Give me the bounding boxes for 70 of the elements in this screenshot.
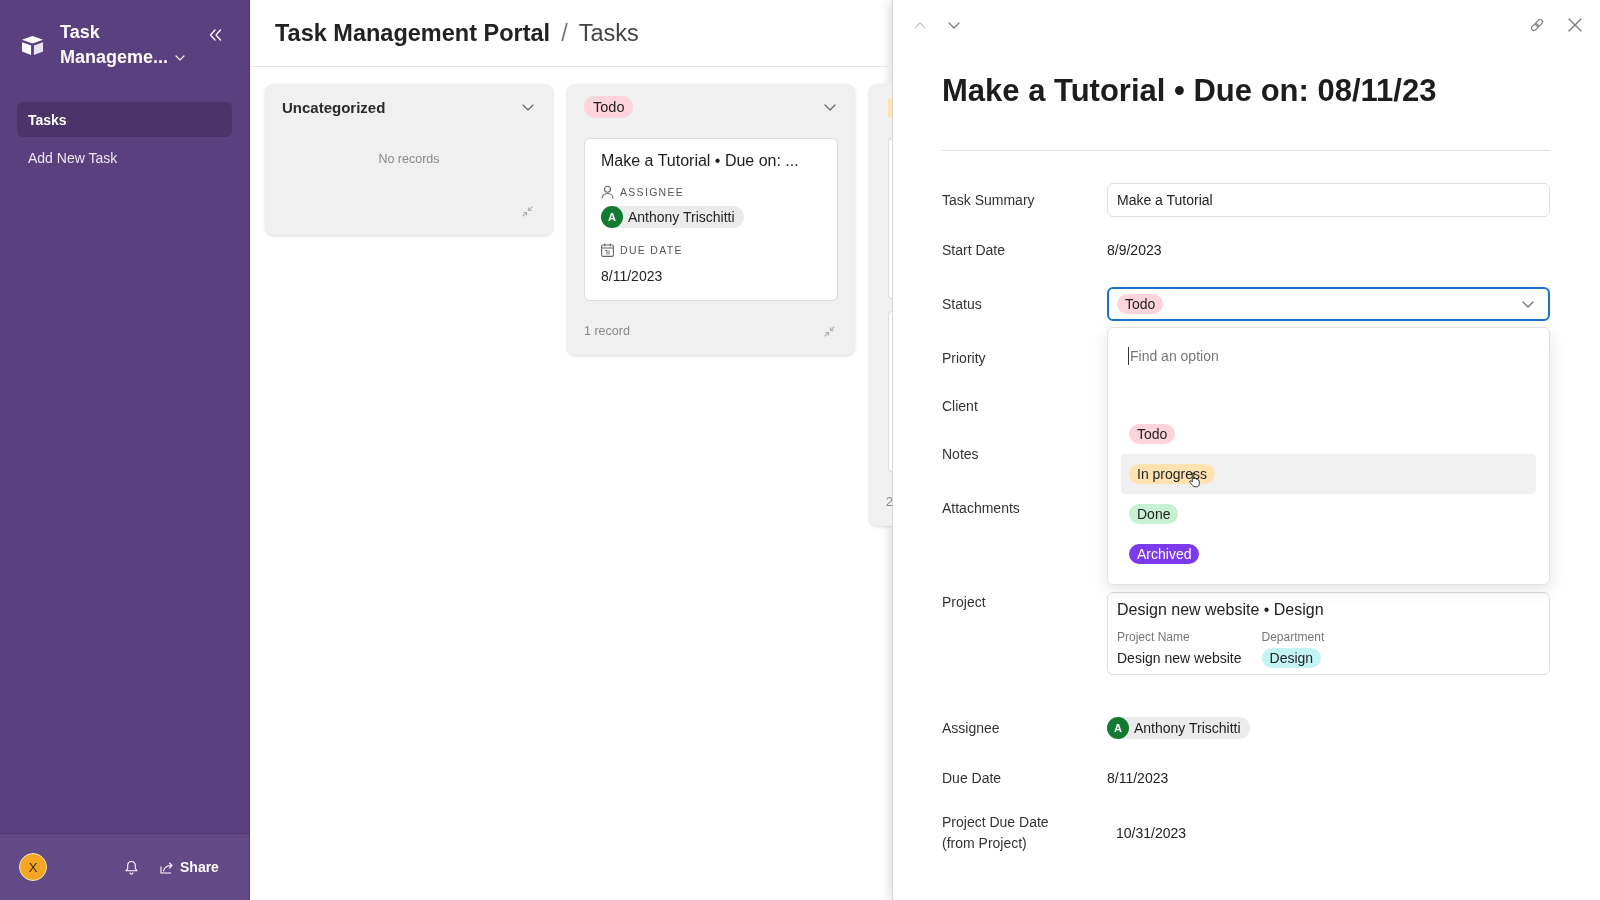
field-label: Task Summary	[942, 190, 1036, 210]
field-label: Department	[1261, 629, 1325, 645]
caret-icon	[175, 55, 186, 62]
calendar-icon	[601, 243, 614, 257]
assignee-chip[interactable]: A Anthony Trischitti	[1107, 717, 1250, 739]
field-value: Design new website	[1117, 649, 1242, 668]
close-icon[interactable]	[1568, 18, 1582, 32]
nav-item[interactable]: Add New Task	[17, 140, 232, 175]
due-date-value: 8/11/2023	[601, 267, 664, 286]
department-tag: Design	[1261, 648, 1322, 668]
field-label: Priority	[942, 348, 987, 368]
field-value: 10/31/2023	[1115, 825, 1188, 841]
chevron-down-icon[interactable]	[948, 21, 960, 29]
linked-record-title: Design new website • Design	[1117, 600, 1325, 620]
workspace-switcher[interactable]: Task Manageme...	[60, 20, 192, 70]
page-title: Tasks	[578, 19, 639, 47]
field-label: Status	[942, 294, 983, 314]
user-avatar: A	[1107, 717, 1129, 739]
status-tag: Todo	[1129, 424, 1176, 444]
field-label: Project	[942, 593, 987, 612]
field-label: ASSIGNEE	[620, 186, 685, 198]
share-button[interactable]: Share	[160, 859, 219, 875]
task-card[interactable]: Make a Tutorial • Due on: ... ASSIGNEE A Anthony Trischitti DUE DATE 8/11/2023	[584, 138, 838, 301]
status-select[interactable]: Todo	[1107, 287, 1550, 321]
field-label: Start Date	[942, 240, 1007, 260]
assignee-name: Anthony Trischitti	[1134, 720, 1241, 736]
empty-message: No records	[377, 151, 441, 168]
status-tag: Todo	[584, 96, 634, 118]
record-count: 2	[886, 494, 892, 511]
person-icon	[601, 185, 614, 199]
column-title: Uncategorized	[282, 98, 386, 116]
chevron-down-icon[interactable]	[522, 103, 534, 111]
chevron-down-icon[interactable]	[824, 103, 836, 111]
field-label: Due Date	[942, 768, 1003, 788]
linked-record-card[interactable]: Design new website • Design Project Name Department Design new website Design	[1107, 592, 1550, 675]
dropdown-option[interactable]: Archived	[1121, 534, 1536, 574]
dropdown-option[interactable]: Todo	[1121, 414, 1536, 454]
link-icon[interactable]	[1529, 17, 1545, 33]
chevron-down-icon	[1522, 300, 1534, 308]
search-field[interactable]: Find an option	[1128, 347, 1528, 365]
record-title: Make a Tutorial • Due on: 08/11/23	[942, 72, 1438, 110]
status-tag: Todo	[1117, 294, 1164, 314]
status-tag: Done	[1129, 504, 1179, 524]
field-label: Project Due Date (from Project)	[942, 813, 1050, 853]
assignee-name: Anthony Trischitti	[628, 209, 735, 225]
user-avatar[interactable]: X	[19, 853, 47, 881]
field-label: Attachments	[942, 499, 1021, 518]
field-label: Notes	[942, 444, 980, 464]
record-count: 1 record	[584, 324, 630, 338]
cube-icon	[21, 35, 44, 56]
dropdown-option[interactable]: Done	[1121, 494, 1536, 534]
status-tag: Archived	[1129, 544, 1200, 564]
double-chevron-left-icon[interactable]	[209, 29, 222, 41]
dropdown-option[interactable]: In progress	[1121, 454, 1536, 494]
status-tag: In progress	[1129, 464, 1216, 484]
field-label: Assignee	[942, 718, 1001, 738]
breadcrumb-separator: /	[561, 19, 568, 47]
breadcrumb-link[interactable]: Task Management Portal	[275, 19, 551, 47]
nav-item[interactable]: Tasks	[17, 102, 232, 137]
share-icon	[160, 860, 174, 874]
field-value: 8/9/2023	[1107, 242, 1163, 258]
text-input[interactable]: Make a Tutorial	[1107, 183, 1550, 217]
card-title: Make a Tutorial • Due on: ...	[601, 151, 800, 171]
field-label: Project Name	[1117, 629, 1191, 645]
bell-icon[interactable]	[125, 859, 138, 875]
assignee-chip[interactable]: A Anthony Trischitti	[601, 206, 744, 228]
field-label: DUE DATE	[620, 244, 683, 256]
user-avatar: A	[601, 206, 623, 228]
field-label: Client	[942, 396, 979, 416]
field-value: 8/11/2023	[1107, 770, 1170, 786]
